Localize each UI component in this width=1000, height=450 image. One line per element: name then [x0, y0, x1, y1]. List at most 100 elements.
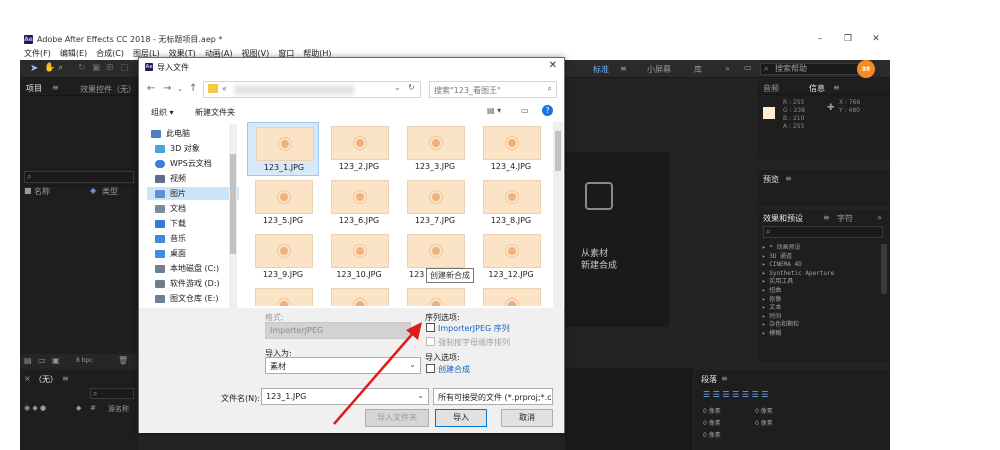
- new-comp-icon[interactable]: ▣: [52, 356, 60, 365]
- effects-item[interactable]: ▸ 抠像: [762, 296, 834, 305]
- menu-edit[interactable]: 编辑(E): [60, 48, 87, 59]
- file-tile[interactable]: [399, 284, 471, 306]
- delete-icon[interactable]: 🗑: [118, 356, 128, 365]
- composition-viewer[interactable]: 从素材 新建合成: [565, 152, 669, 327]
- sidebar-item-music[interactable]: 音乐: [155, 233, 186, 244]
- view-mode-icon[interactable]: ▤ ▾: [487, 106, 501, 115]
- sidebar-item-drive-c[interactable]: 本地磁盘 (C:): [155, 263, 219, 274]
- display-icon[interactable]: ▭: [744, 63, 752, 72]
- file-tile[interactable]: 123_12.JPG: [475, 230, 547, 284]
- filetype-select[interactable]: 所有可接受的文件 (*.prproj;*.c: [433, 388, 553, 405]
- file-tile[interactable]: 123_8.JPG: [475, 176, 547, 230]
- rotate-tool-icon[interactable]: ↻: [78, 63, 86, 73]
- effects-scrollbar[interactable]: [881, 244, 887, 294]
- menu-composition[interactable]: 合成(C): [96, 48, 124, 59]
- tab-timeline-none[interactable]: （无）: [34, 374, 58, 385]
- effects-item[interactable]: ▸ 实用工具: [762, 278, 834, 287]
- effects-item[interactable]: ▸ 模糊: [762, 330, 834, 339]
- interpret-footage-icon[interactable]: ▤: [24, 356, 32, 365]
- tab-preview[interactable]: 预览: [763, 174, 779, 185]
- new-folder-button[interactable]: 新建文件夹: [195, 107, 235, 118]
- sidebar-item-pictures[interactable]: 图片: [147, 187, 239, 200]
- chevron-down-icon[interactable]: ⌄: [177, 85, 183, 93]
- sidebar-item-3d-objects[interactable]: 3D 对象: [155, 143, 200, 154]
- tab-character[interactable]: 字符: [837, 213, 853, 224]
- sidebar-item-wps-cloud[interactable]: WPS云文档: [155, 158, 212, 169]
- sidebar-item-documents[interactable]: 文档: [155, 203, 186, 214]
- pan-tool-icon[interactable]: ⊞: [106, 63, 114, 73]
- create-comp-label[interactable]: 创建合成: [438, 364, 470, 375]
- workspace-overflow-icon[interactable]: »: [725, 64, 730, 73]
- preview-pane-icon[interactable]: ▭: [521, 106, 529, 115]
- organize-button[interactable]: 组织 ▾: [151, 107, 174, 118]
- column-name[interactable]: 名称: [34, 186, 50, 197]
- effects-item[interactable]: ▸ * 动画预设: [762, 244, 834, 253]
- workspace-menu-icon[interactable]: ≡: [620, 64, 627, 73]
- file-tile[interactable]: 123_3.JPG: [399, 122, 471, 176]
- camera-tool-icon[interactable]: ▣: [92, 63, 101, 73]
- effects-item[interactable]: ▸ 3D 通道: [762, 253, 834, 262]
- effects-search-input[interactable]: ⌕: [763, 226, 883, 238]
- maximize-icon[interactable]: ❐: [834, 32, 862, 46]
- panel-overflow-icon[interactable]: »: [877, 213, 882, 222]
- effects-item[interactable]: ▸ 文本: [762, 304, 834, 313]
- file-tile[interactable]: 123_4.JPG: [475, 122, 547, 176]
- zoom-tool-icon[interactable]: ⌕: [58, 63, 63, 73]
- new-folder-icon[interactable]: ▭: [38, 356, 46, 365]
- workspace-small[interactable]: 小屏幕: [647, 64, 671, 75]
- effects-menu-icon[interactable]: ≡: [823, 213, 830, 222]
- up-icon[interactable]: ↑: [189, 83, 197, 94]
- project-search-input[interactable]: ⌕: [24, 171, 134, 183]
- sidebar-item-videos[interactable]: 视频: [155, 173, 186, 184]
- close-icon[interactable]: ✕: [862, 32, 890, 46]
- minimize-icon[interactable]: –: [806, 32, 834, 46]
- space-before[interactable]: 0 像素: [703, 418, 721, 427]
- effects-item[interactable]: ▸ 杂色和颗粒: [762, 321, 834, 330]
- cancel-button[interactable]: 取消: [501, 409, 553, 427]
- effects-item[interactable]: ▸ 扭曲: [762, 287, 834, 296]
- bpc-label[interactable]: 8 bpc: [76, 357, 93, 364]
- file-grid-scroll-thumb[interactable]: [555, 131, 561, 171]
- file-tile[interactable]: 123_1.JPG: [247, 122, 319, 176]
- search-help-input[interactable]: ⌕ 搜索帮助: [760, 63, 870, 75]
- tab-project[interactable]: 项目: [26, 83, 42, 94]
- refresh-icon[interactable]: ↻: [408, 83, 415, 92]
- sidebar-item-downloads[interactable]: 下载: [155, 218, 186, 229]
- forward-icon[interactable]: →: [163, 83, 171, 94]
- back-icon[interactable]: ←: [147, 83, 155, 94]
- file-tile[interactable]: 123_10.JPG: [323, 230, 395, 284]
- file-tile[interactable]: [323, 284, 395, 306]
- close-icon[interactable]: ✕: [549, 60, 557, 71]
- sidebar-scroll-thumb[interactable]: [230, 154, 236, 254]
- indent-left[interactable]: 0 像素: [703, 406, 721, 415]
- file-tile[interactable]: 123_2.JPG: [323, 122, 395, 176]
- file-tile[interactable]: [247, 284, 319, 306]
- tab-info[interactable]: 信息: [809, 83, 825, 94]
- column-layer-name[interactable]: 源名称: [108, 404, 129, 414]
- folder-search-input[interactable]: 搜索"123_看图王" ⌕: [429, 81, 557, 98]
- align-buttons-icon[interactable]: ☰ ☰ ☰ ☰ ☰ ☰ ☰: [703, 390, 768, 399]
- file-tile[interactable]: 123_9.JPG: [247, 230, 319, 284]
- file-tile[interactable]: 123_6.JPG: [323, 176, 395, 230]
- comp-hint-2[interactable]: 新建合成: [581, 258, 617, 271]
- tab-paragraph[interactable]: 段落: [701, 374, 717, 385]
- tab-effect-controls[interactable]: 效果控件（无）: [80, 84, 136, 95]
- file-tile[interactable]: 123_7.JPG: [399, 176, 471, 230]
- first-line-indent[interactable]: 0 像素: [703, 430, 721, 439]
- workspace-library[interactable]: 库: [694, 64, 702, 75]
- preview-menu-icon[interactable]: ≡: [785, 174, 792, 183]
- project-menu-icon[interactable]: ≡: [52, 83, 59, 92]
- importer-sequence-label[interactable]: ImporterJPEG 序列: [438, 323, 510, 334]
- sidebar-item-this-pc[interactable]: 此电脑: [151, 128, 190, 139]
- file-tile[interactable]: 123_5.JPG: [247, 176, 319, 230]
- menu-file[interactable]: 文件(F): [24, 48, 51, 59]
- timeline-search-input[interactable]: ⌕: [90, 388, 134, 399]
- tab-audio[interactable]: 音频: [763, 83, 779, 94]
- indent-right[interactable]: 0 像素: [755, 406, 773, 415]
- column-type[interactable]: 类型: [102, 186, 118, 197]
- sidebar-item-desktop[interactable]: 桌面: [155, 248, 186, 259]
- timeline-close-icon[interactable]: ×: [24, 374, 31, 383]
- timeline-menu-icon[interactable]: ≡: [62, 374, 69, 383]
- import-button[interactable]: 导入: [435, 409, 487, 427]
- info-menu-icon[interactable]: ≡: [833, 83, 840, 92]
